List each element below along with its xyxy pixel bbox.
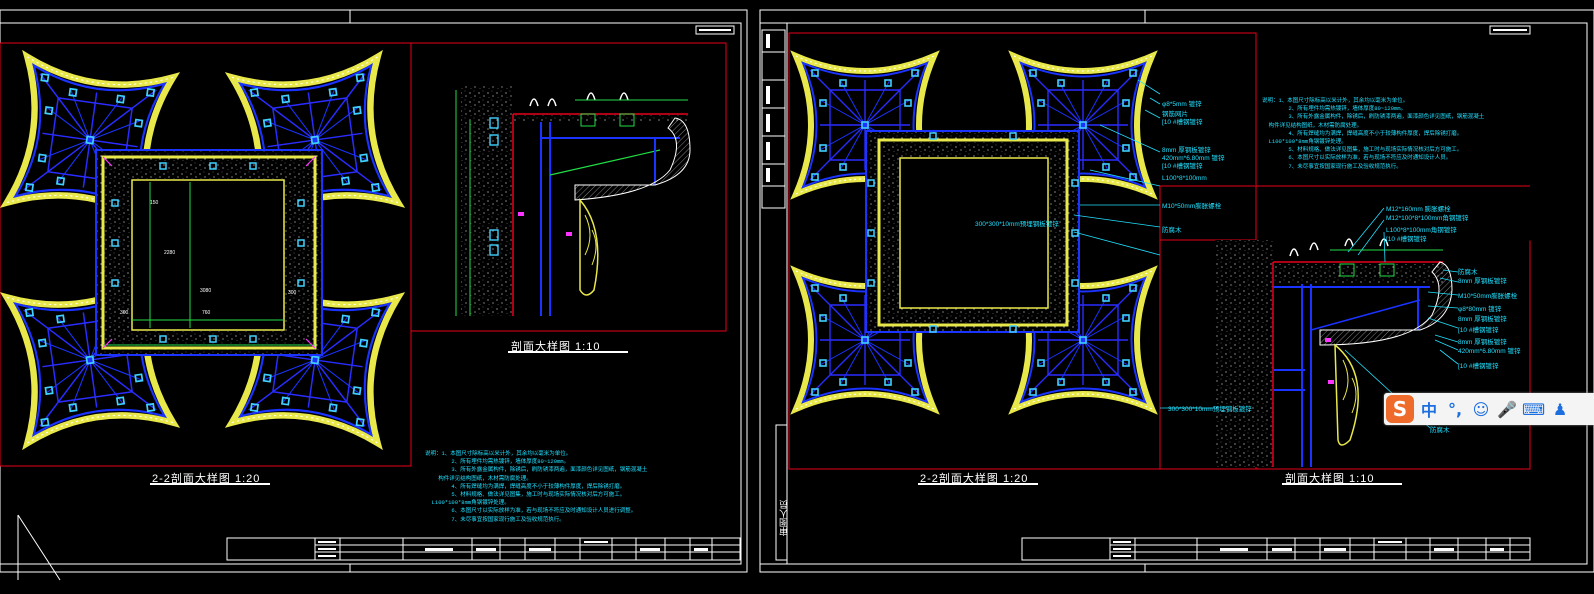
- plan-dimension: 150: [150, 200, 159, 206]
- right-side-stamp-frame: [775, 424, 788, 561]
- plan-callout: 300*300*10mm预埋钢板镀锌: [975, 221, 1059, 228]
- ime-mode-toggle[interactable]: 中: [1418, 395, 1440, 423]
- ime-toolbar[interactable]: S 中 °, ☺ 🎤 ⌨ ♟: [1384, 393, 1594, 425]
- detail-callout: φ8*80mm 镀锌: [1458, 306, 1502, 313]
- title-block-left-text: [318, 541, 708, 557]
- cad-drawing-canvas[interactable]: [0, 0, 1594, 594]
- plan-callout: 防腐木: [1162, 227, 1182, 234]
- sogou-logo-icon[interactable]: S: [1386, 395, 1414, 423]
- plan-callout: M10*50mm膨胀螺栓: [1162, 203, 1222, 210]
- more-tools-icon[interactable]: ♟: [1549, 395, 1571, 423]
- plan-callout: φ8*5mm 镀锌: [1162, 101, 1202, 108]
- plan-callout: L100*8*100mm: [1162, 175, 1207, 182]
- detail-callout: 8mm 厚钢板镀锌: [1458, 316, 1507, 323]
- plan-callout: 300*300*10mm预埋钢板镀锌: [1168, 406, 1252, 413]
- title-block-right-text: [1113, 541, 1504, 557]
- plan-dimension: 3080: [200, 288, 212, 294]
- right-notes: 说明：1、本图尺寸除标高以米计外，其余均以毫米为单位。 2、所有埋件均需热镀锌，…: [1262, 97, 1485, 170]
- detail-callout: [10 #槽钢镀锌: [1458, 363, 1499, 370]
- left-notes: 说明：1、本图尺寸除标高以米计外，其余均以毫米为单位。 2、所有埋件均需热镀锌，…: [425, 450, 648, 523]
- right-detail-title-underline: [1282, 483, 1402, 485]
- left-plan-title-underline: [150, 483, 270, 485]
- right-plan-title-underline: [918, 483, 1038, 485]
- punctuation-toggle[interactable]: °,: [1444, 395, 1466, 423]
- plan-dimension: 2280: [164, 250, 176, 256]
- side-stamp-label: 审图人员: [779, 500, 789, 536]
- plan-dimension: 300: [288, 290, 297, 296]
- plan-dimension: 300: [120, 310, 129, 316]
- voice-input-icon[interactable]: 🎤: [1496, 395, 1518, 423]
- detail-callout: M12*100*8*100mm角钢镀锌: [1386, 215, 1469, 222]
- detail-callout: M10*50mm膨胀螺栓: [1458, 293, 1518, 300]
- left-section-detail[interactable]: [455, 86, 691, 316]
- soft-keyboard-icon[interactable]: ⌨: [1522, 395, 1545, 423]
- detail-callout: [10 #槽钢镀锌: [1386, 236, 1427, 243]
- ucs-icon: [17, 514, 61, 581]
- detail-callout: 8mm 厚钢板镀锌: [1458, 278, 1507, 285]
- plan-dimension: 760: [202, 310, 211, 316]
- left-plan-view[interactable]: [7, 57, 398, 443]
- left-detail-title-underline: [508, 351, 628, 353]
- detail-callout: [10 #槽钢镀锌: [1458, 327, 1499, 334]
- emoji-icon[interactable]: ☺: [1470, 395, 1492, 423]
- detail-callout: 防腐木: [1430, 427, 1450, 434]
- plan-callout: [10 #槽钢镀锌: [1162, 119, 1203, 126]
- plan-callout: [10 #槽钢镀锌: [1162, 163, 1203, 170]
- right-section-detail[interactable]: [1215, 207, 1459, 467]
- detail-callout: 420mm*6.80mm 镀锌: [1458, 348, 1521, 355]
